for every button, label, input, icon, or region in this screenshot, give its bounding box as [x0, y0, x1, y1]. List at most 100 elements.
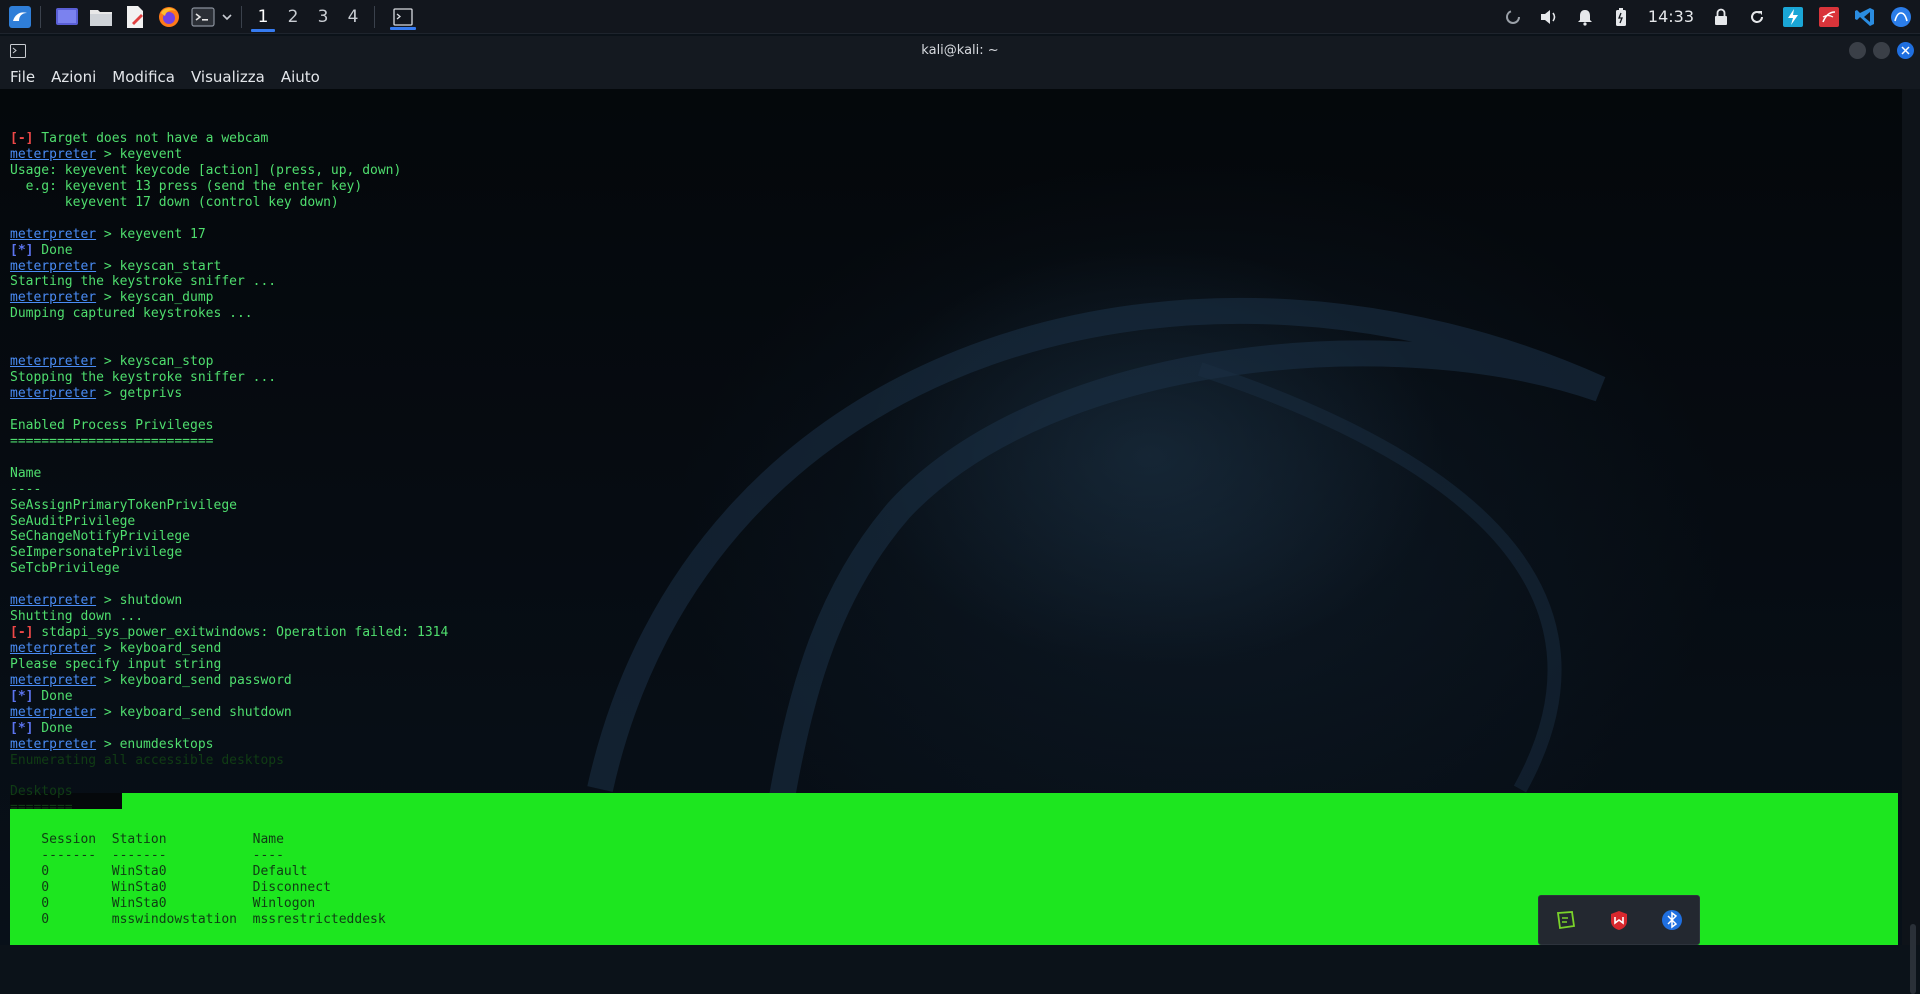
- volume-icon[interactable]: [1536, 4, 1562, 30]
- output-line: Desktops: [10, 784, 448, 800]
- network-icon[interactable]: [1888, 4, 1914, 30]
- terminal-icon[interactable]: [189, 3, 217, 31]
- workspace-2[interactable]: 2: [278, 0, 308, 33]
- output-line: [10, 928, 448, 944]
- bell-icon[interactable]: [1572, 4, 1598, 30]
- command-text: > keyboard_send: [96, 641, 221, 656]
- output-text: keyevent 17 down (control key down): [10, 195, 339, 210]
- scrollbar-thumb[interactable]: [1910, 924, 1916, 994]
- output-text: SeChangeNotifyPrivilege: [10, 529, 190, 544]
- mcafee-icon[interactable]: [1606, 907, 1632, 933]
- output-text: SeTcbPrivilege: [10, 561, 120, 576]
- workspace-label: 3: [318, 7, 329, 27]
- output-line: ----: [10, 482, 448, 498]
- output-text: 0 WinSta0 Disconnect: [10, 880, 331, 895]
- minimize-button[interactable]: [1849, 42, 1866, 59]
- panel-separator: [241, 6, 242, 28]
- output-line: ------- ------- ----: [10, 848, 448, 864]
- output-line: [-] stdapi_sys_power_exitwindows: Operat…: [10, 625, 448, 641]
- terminal-icon: [10, 43, 26, 62]
- file-manager-icon[interactable]: [87, 3, 115, 31]
- output-line: ========: [10, 800, 448, 816]
- command-line: meterpreter > keyevent: [10, 147, 448, 163]
- menu-modifica[interactable]: Modifica: [112, 68, 175, 86]
- menu-azioni[interactable]: Azioni: [51, 68, 96, 86]
- output-text: ------- ------- ----: [10, 848, 284, 863]
- output-line: [10, 322, 448, 338]
- terminal-window: kali@kali: ~ File Azioni Modifica Visual…: [0, 36, 1920, 945]
- firefox-icon[interactable]: [155, 3, 183, 31]
- output-line: e.g: keyevent 13 press (send the enter k…: [10, 179, 448, 195]
- prompt: meterpreter: [10, 386, 96, 401]
- output-line: [10, 769, 448, 785]
- command-text: > getprivs: [96, 386, 182, 401]
- workspace-label: 1: [258, 7, 269, 27]
- command-line: meterpreter > keyboard_send password: [10, 673, 448, 689]
- clipboard-icon[interactable]: [1553, 907, 1579, 933]
- output-line: [10, 211, 448, 227]
- text-editor-icon[interactable]: [121, 3, 149, 31]
- output-text: Enumerating all accessible desktops: [10, 753, 284, 768]
- battery-icon[interactable]: [1608, 4, 1634, 30]
- menu-aiuto[interactable]: Aiuto: [281, 68, 320, 86]
- clock[interactable]: 14:33: [1648, 7, 1694, 26]
- terminal-lines: [-] Target does not have a webcammeterpr…: [10, 131, 448, 945]
- kali-menu-icon[interactable]: [6, 3, 34, 31]
- output-line: Session Station Name: [10, 832, 448, 848]
- app-icon[interactable]: [1816, 4, 1842, 30]
- output-text: SeImpersonatePrivilege: [10, 545, 182, 560]
- command-text: > keyboard_send shutdown: [96, 705, 292, 720]
- output-line: SeAuditPrivilege: [10, 514, 448, 530]
- prompt: meterpreter: [10, 290, 96, 305]
- vscode-icon[interactable]: [1852, 4, 1878, 30]
- workspace-1[interactable]: 1: [248, 0, 278, 33]
- output-text: Dumping captured keystrokes ...: [10, 306, 253, 321]
- refresh-icon[interactable]: [1744, 4, 1770, 30]
- workspace-3[interactable]: 3: [308, 0, 338, 33]
- burp-icon[interactable]: [1780, 4, 1806, 30]
- menu-file[interactable]: File: [10, 68, 35, 86]
- menu-visualizza[interactable]: Visualizza: [191, 68, 265, 86]
- bluetooth-icon[interactable]: [1659, 907, 1685, 933]
- output-text: ========: [10, 800, 73, 815]
- panel-separator: [40, 6, 41, 28]
- command-text: > keyevent: [96, 147, 182, 162]
- window-controls: [1849, 42, 1914, 59]
- output-text: Starting the keystroke sniffer ...: [10, 274, 276, 289]
- maximize-button[interactable]: [1873, 42, 1890, 59]
- workspace-label: 4: [348, 7, 359, 27]
- output-text: Stopping the keystroke sniffer ...: [10, 370, 276, 385]
- command-line: meterpreter > keyevent 17: [10, 227, 448, 243]
- prompt: meterpreter: [10, 737, 96, 752]
- close-button[interactable]: [1897, 42, 1914, 59]
- output-line: 0 WinSta0 Disconnect: [10, 880, 448, 896]
- output-text: Done: [33, 243, 72, 258]
- top-panel: 1 2 3 4 14:33: [0, 0, 1920, 34]
- menu-bar: File Azioni Modifica Visualizza Aiuto: [0, 65, 1920, 89]
- workspace-label: 2: [288, 7, 299, 27]
- output-line: SeTcbPrivilege: [10, 561, 448, 577]
- workspace-4[interactable]: 4: [338, 0, 368, 33]
- close-icon: [1901, 46, 1910, 55]
- output-text: SeAssignPrimaryTokenPrivilege: [10, 498, 237, 513]
- output-text: Done: [33, 689, 72, 704]
- output-line: Usage: keyevent keycode [action] (press,…: [10, 163, 448, 179]
- output-line: [*] Done: [10, 243, 448, 259]
- lock-icon[interactable]: [1708, 4, 1734, 30]
- output-line: Enabled Process Privileges: [10, 418, 448, 434]
- command-line: meterpreter > keyscan_start: [10, 259, 448, 275]
- output-text: Desktops: [10, 784, 73, 799]
- desktop-icon[interactable]: [53, 3, 81, 31]
- output-text: Done: [33, 721, 72, 736]
- chevron-down-icon[interactable]: [219, 3, 235, 31]
- output-text: 0 WinSta0 Default: [10, 864, 307, 879]
- taskbar-terminal-window[interactable]: [387, 3, 419, 31]
- scrollbar[interactable]: [1902, 89, 1920, 945]
- command-line: meterpreter > shutdown: [10, 593, 448, 609]
- output-line: 0 msswindowstation mssrestricteddesk: [10, 912, 448, 928]
- loading-icon[interactable]: [1500, 4, 1526, 30]
- window-titlebar[interactable]: kali@kali: ~: [0, 36, 1920, 65]
- output-line: [10, 816, 448, 832]
- terminal-output[interactable]: [-] Target does not have a webcammeterpr…: [0, 89, 1900, 945]
- panel-separator: [374, 6, 375, 28]
